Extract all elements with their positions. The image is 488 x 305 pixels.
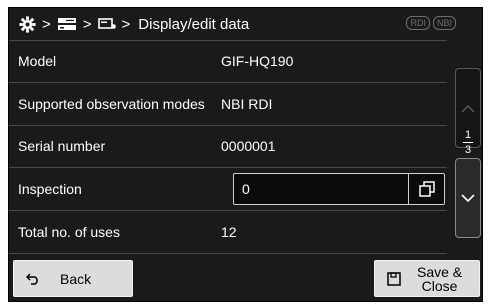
breadcrumb-separator: > [121,15,131,33]
edit-window-icon [419,181,435,198]
row-value: NBI RDI [221,95,273,112]
back-arrow-icon [26,272,40,285]
mode-badges: RDI NBI [406,16,456,30]
list-item: Supported observation modes NBI RDI [9,83,447,126]
row-value: GIF-HQ190 [221,53,294,70]
current-page: 1 [464,129,472,141]
video-processor-icon[interactable] [57,17,77,32]
row-label: Supported observation modes [18,95,205,112]
screen: > > > Display/edit data RDI NBI Model GI… [8,7,483,302]
list-item: Inspection 0 [9,168,447,212]
save-close-button[interactable]: Save & Close [374,260,480,297]
save-disk-icon [387,271,401,286]
page-fraction-bar [463,142,473,143]
breadcrumb: > > > Display/edit data [19,16,249,33]
breadcrumb-separator: > [42,15,51,33]
gear-icon[interactable] [19,15,36,33]
chevron-up-icon [461,104,475,113]
data-list: Model GIF-HQ190 Supported observation mo… [9,40,447,254]
back-button[interactable]: Back [13,260,133,297]
nbi-badge: NBI [432,16,456,30]
row-label: Serial number [18,138,106,155]
total-pages: 3 [464,144,472,156]
back-button-label: Back [60,270,92,287]
edit-value-button[interactable] [409,174,445,204]
row-label: Inspection [18,181,82,198]
save-close-label: Save & Close [417,263,463,294]
list-item: Total no. of uses 12 [9,211,447,254]
list-item: Serial number 0000001 [9,126,447,169]
row-label: Model [18,53,57,70]
inspection-field[interactable]: 0 [233,173,445,206]
scroll-down-button[interactable] [455,158,481,238]
header: > > > Display/edit data RDI NBI [9,8,482,40]
breadcrumb-separator: > [82,15,92,33]
list-item: Model GIF-HQ190 [9,40,447,83]
row-value: 0000001 [221,138,276,155]
rdi-badge: RDI [406,16,430,30]
inspection-value[interactable]: 0 [234,181,250,197]
chevron-down-icon [461,193,475,202]
footer: Back Save & Close [9,254,482,301]
row-label: Total no. of uses [18,224,120,241]
page-indicator: 1 3 [455,129,481,156]
page-title: Display/edit data [138,15,250,33]
row-value: 12 [221,224,237,241]
scope-connector-icon[interactable] [97,17,116,31]
